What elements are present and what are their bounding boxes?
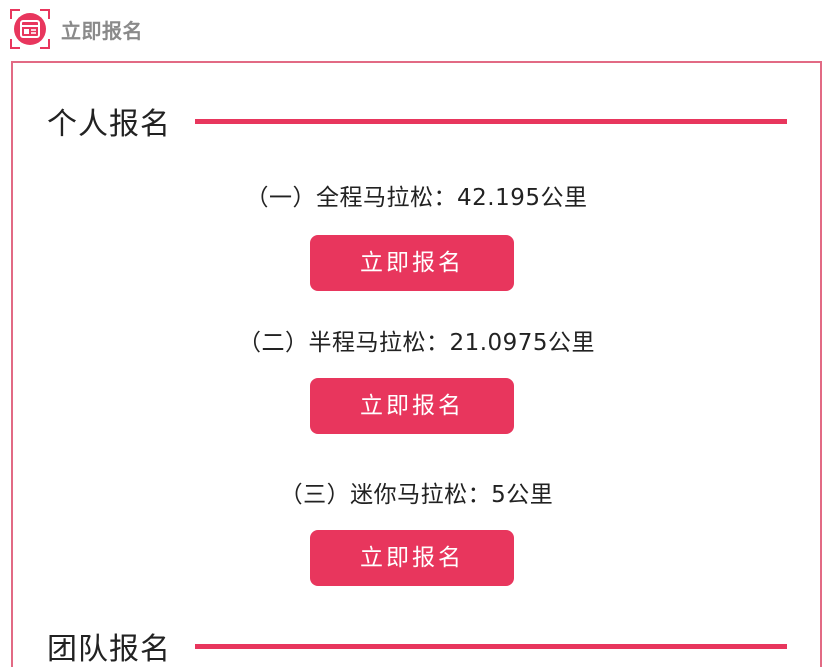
individual-section-title: 个人报名 <box>47 107 171 142</box>
register-full-marathon-button[interactable]: 立即报名 <box>310 235 514 291</box>
individual-section-header: 个人报名 <box>47 99 787 143</box>
page-header: 立即报名 <box>10 8 143 50</box>
registration-panel: 个人报名 （一）全程马拉松：42.195公里 立即报名 （二）半程马拉松：21.… <box>11 61 822 667</box>
section-divider <box>195 118 787 124</box>
form-glyph-icon <box>20 20 40 38</box>
page: 立即报名 个人报名 （一）全程马拉松：42.195公里 立即报名 （二）半程马拉… <box>0 0 836 667</box>
register-mini-marathon-button[interactable]: 立即报名 <box>310 530 514 586</box>
team-section-header: 团队报名 <box>47 624 787 667</box>
team-section-title: 团队报名 <box>47 632 171 667</box>
page-title: 立即报名 <box>61 18 143 43</box>
race-label-full-marathon: （一）全程马拉松：42.195公里 <box>245 185 588 211</box>
race-label-mini-marathon: （三）迷你马拉松：5公里 <box>279 482 554 508</box>
registration-form-icon <box>10 9 50 49</box>
register-half-marathon-button[interactable]: 立即报名 <box>310 378 514 434</box>
corner-bracket <box>40 39 50 49</box>
icon-disc <box>14 13 46 45</box>
race-label-half-marathon: （二）半程马拉松：21.0975公里 <box>237 330 596 356</box>
section-divider <box>195 643 787 649</box>
